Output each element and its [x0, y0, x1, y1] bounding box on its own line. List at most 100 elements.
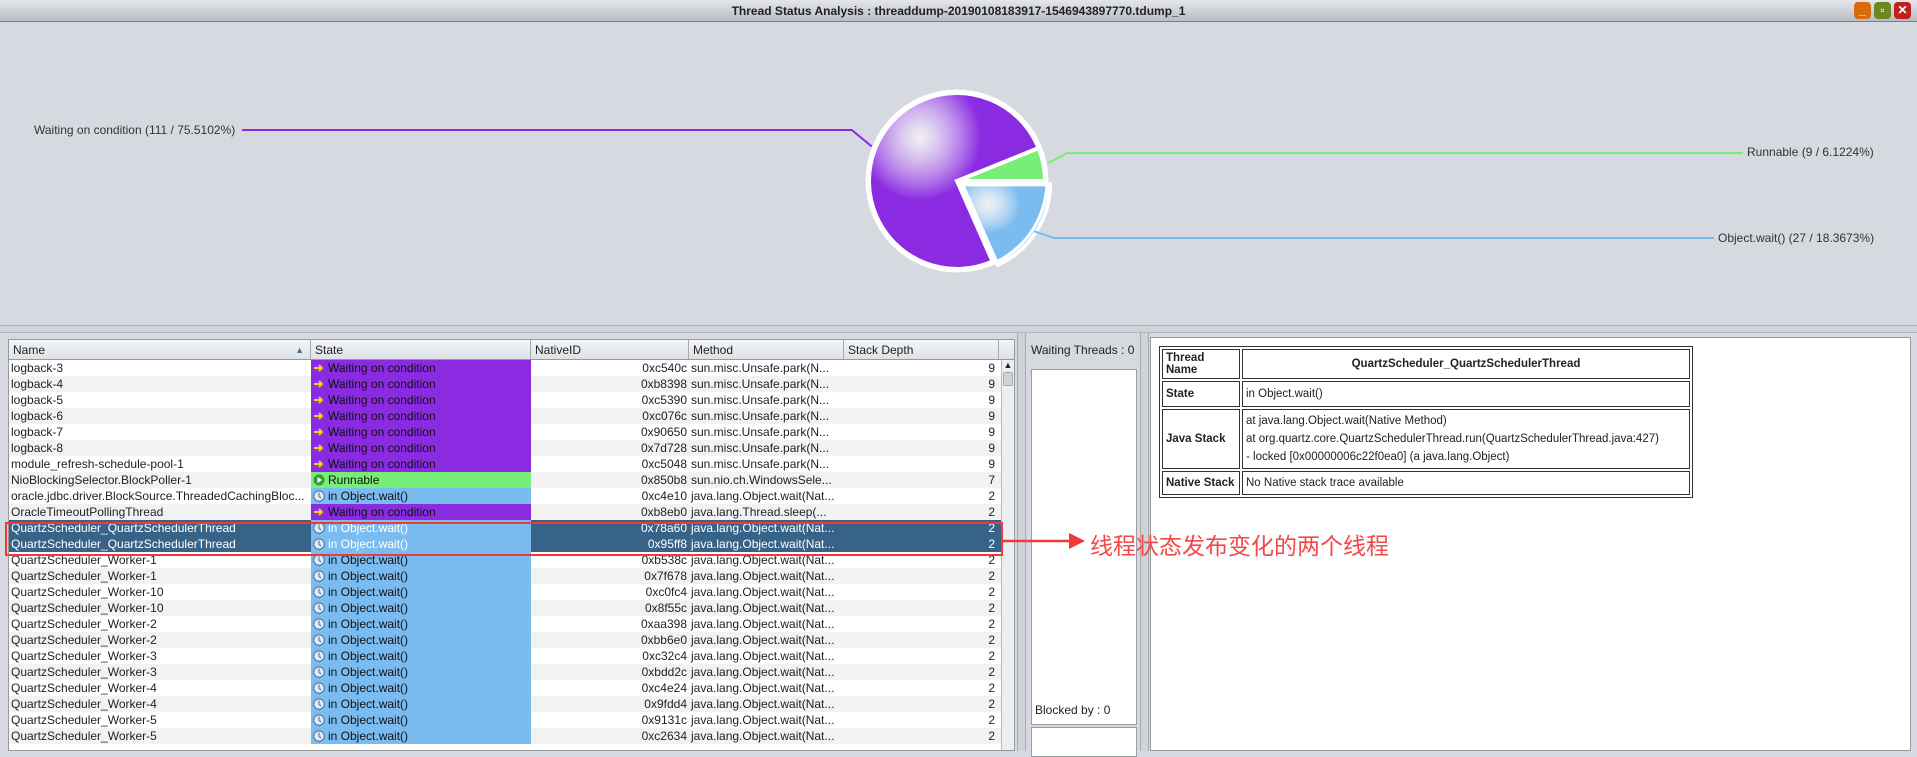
table-row[interactable]: QuartzScheduler_Worker-4 in Object.wait(…: [9, 680, 1014, 696]
cell-method: java.lang.Object.wait(Nat...: [691, 665, 835, 679]
table-row[interactable]: QuartzScheduler_Worker-5 in Object.wait(…: [9, 712, 1014, 728]
close-button[interactable]: ✕: [1894, 2, 1911, 19]
cell-nativeid: 0xbdd2c: [641, 665, 687, 679]
stack-line: at org.quartz.core.QuartzSchedulerThread…: [1246, 433, 1659, 445]
state-text: Waiting on condition: [328, 393, 436, 407]
pie-label: Object.wait() (27 / 18.3673%): [1718, 231, 1874, 245]
table-row[interactable]: NioBlockingSelector.BlockPoller-1 Runnab…: [9, 472, 1014, 488]
table-row[interactable]: logback-8 Waiting on condition 0x7d728 s…: [9, 440, 1014, 456]
stack-line: at java.lang.Object.wait(Native Method): [1246, 415, 1447, 427]
state-text: in Object.wait(): [328, 633, 409, 647]
cell-state: Waiting on condition: [311, 424, 531, 440]
cell-name: logback-6: [11, 409, 64, 423]
cell-method: sun.misc.Unsafe.park(N...: [691, 457, 830, 471]
cell-method: java.lang.Object.wait(Nat...: [691, 601, 835, 615]
table-row[interactable]: QuartzScheduler_Worker-4 in Object.wait(…: [9, 696, 1014, 712]
table-row[interactable]: OracleTimeoutPollingThread Waiting on co…: [9, 504, 1014, 520]
state-text: in Object.wait(): [328, 697, 409, 711]
table-row[interactable]: logback-7 Waiting on condition 0x90650 s…: [9, 424, 1014, 440]
arrow-right-icon: [314, 444, 324, 452]
cell-state: in Object.wait(): [311, 712, 531, 728]
state-text: Waiting on condition: [328, 361, 436, 375]
clock-icon: [313, 682, 325, 694]
cell-nativeid: 0xc4e24: [641, 681, 687, 695]
leader-line: [242, 129, 873, 148]
table-row[interactable]: QuartzScheduler_Worker-2 in Object.wait(…: [9, 616, 1014, 632]
clock-icon: [313, 602, 325, 614]
cell-name: oracle.jdbc.driver.BlockSource.ThreadedC…: [11, 489, 305, 503]
cell-state: in Object.wait(): [311, 648, 531, 664]
table-row[interactable]: logback-3 Waiting on condition 0xc540c s…: [9, 360, 1014, 376]
cell-method: java.lang.Object.wait(Nat...: [691, 697, 835, 711]
cell-stack-depth: 2: [988, 505, 995, 519]
cell-name: QuartzScheduler_Worker-3: [11, 665, 157, 679]
state-text: Waiting on condition: [328, 425, 436, 439]
cell-name: OracleTimeoutPollingThread: [11, 505, 164, 519]
window-title: Thread Status Analysis : threaddump-2019…: [731, 4, 1186, 18]
state-text: in Object.wait(): [328, 489, 409, 503]
cell-state: in Object.wait(): [311, 680, 531, 696]
cell-stack-depth: 2: [988, 713, 995, 727]
table-row[interactable]: logback-4 Waiting on condition 0xb8398 s…: [9, 376, 1014, 392]
table-row[interactable]: QuartzScheduler_Worker-10 in Object.wait…: [9, 600, 1014, 616]
cell-nativeid: 0xb8398: [640, 377, 687, 391]
column-header-method[interactable]: Method: [689, 340, 844, 359]
cell-method: sun.misc.Unsafe.park(N...: [691, 425, 830, 439]
cell-nativeid: 0xbb6e0: [640, 633, 687, 647]
clock-icon: [313, 570, 325, 582]
arrow-right-icon: [314, 412, 324, 420]
column-header-stack-depth[interactable]: Stack Depth: [844, 340, 999, 359]
cell-method: java.lang.Object.wait(Nat...: [691, 633, 835, 647]
table-row[interactable]: logback-6 Waiting on condition 0xc076c s…: [9, 408, 1014, 424]
table-row[interactable]: oracle.jdbc.driver.BlockSource.ThreadedC…: [9, 488, 1014, 504]
cell-nativeid: 0xc4e10: [641, 489, 687, 503]
state-text: in Object.wait(): [328, 681, 409, 695]
minimize-button[interactable]: _: [1854, 2, 1871, 19]
blocked-by-list[interactable]: [1031, 727, 1137, 757]
cell-method: sun.misc.Unsafe.park(N...: [691, 441, 830, 455]
state-text: in Object.wait(): [328, 585, 409, 599]
maximize-button[interactable]: ▫: [1874, 2, 1891, 19]
horizontal-splitter[interactable]: [0, 325, 1917, 333]
highlight-box: [5, 522, 1003, 556]
cell-name: QuartzScheduler_Worker-2: [11, 633, 157, 647]
cell-stack-depth: 9: [988, 425, 995, 439]
column-header-name[interactable]: Name ▲: [9, 340, 311, 359]
cell-nativeid: 0x850b8: [640, 473, 687, 487]
cell-name: QuartzScheduler_Worker-1: [11, 569, 157, 583]
column-header-nativeid[interactable]: NativeID: [531, 340, 689, 359]
cell-nativeid: 0xaa398: [640, 617, 687, 631]
pie-label: Waiting on condition (111 / 75.5102%): [34, 123, 235, 137]
state-text: in Object.wait(): [328, 729, 409, 743]
cell-method: sun.misc.Unsafe.park(N...: [691, 409, 830, 423]
state-text: Waiting on condition: [328, 457, 436, 471]
cell-method: java.lang.Object.wait(Nat...: [691, 649, 835, 663]
table-row[interactable]: QuartzScheduler_Worker-10 in Object.wait…: [9, 584, 1014, 600]
table-row[interactable]: QuartzScheduler_Worker-2 in Object.wait(…: [9, 632, 1014, 648]
table-row[interactable]: QuartzScheduler_Worker-3 in Object.wait(…: [9, 648, 1014, 664]
cell-stack-depth: 2: [988, 569, 995, 583]
arrow-right-icon: [314, 428, 324, 436]
table-row[interactable]: QuartzScheduler_Worker-1 in Object.wait(…: [9, 568, 1014, 584]
table-row[interactable]: QuartzScheduler_Worker-3 in Object.wait(…: [9, 664, 1014, 680]
cell-method: java.lang.Object.wait(Nat...: [691, 713, 835, 727]
cell-state: Waiting on condition: [311, 456, 531, 472]
cell-name: NioBlockingSelector.BlockPoller-1: [11, 473, 192, 487]
clock-icon: [313, 698, 325, 710]
column-header-state[interactable]: State: [311, 340, 531, 359]
clock-icon: [313, 618, 325, 630]
cell-state: in Object.wait(): [311, 568, 531, 584]
table-row[interactable]: QuartzScheduler_Worker-5 in Object.wait(…: [9, 728, 1014, 744]
cell-nativeid: 0xc5390: [641, 393, 687, 407]
cell-stack-depth: 2: [988, 681, 995, 695]
clock-icon: [313, 634, 325, 646]
leader-line: [1033, 230, 1714, 239]
cell-name: QuartzScheduler_Worker-3: [11, 649, 157, 663]
table-row[interactable]: module_refresh-schedule-pool-1 Waiting o…: [9, 456, 1014, 472]
cell-method: java.lang.Object.wait(Nat...: [691, 617, 835, 631]
thread-state-pie-chart: Runnable (9 / 6.1224%) Object.wait() (27 …: [2, 22, 1915, 325]
table-row[interactable]: logback-5 Waiting on condition 0xc5390 s…: [9, 392, 1014, 408]
cell-nativeid: 0xc5048: [641, 457, 687, 471]
cell-state: Runnable: [311, 472, 531, 488]
scrollbar-thumb[interactable]: [1003, 372, 1013, 386]
